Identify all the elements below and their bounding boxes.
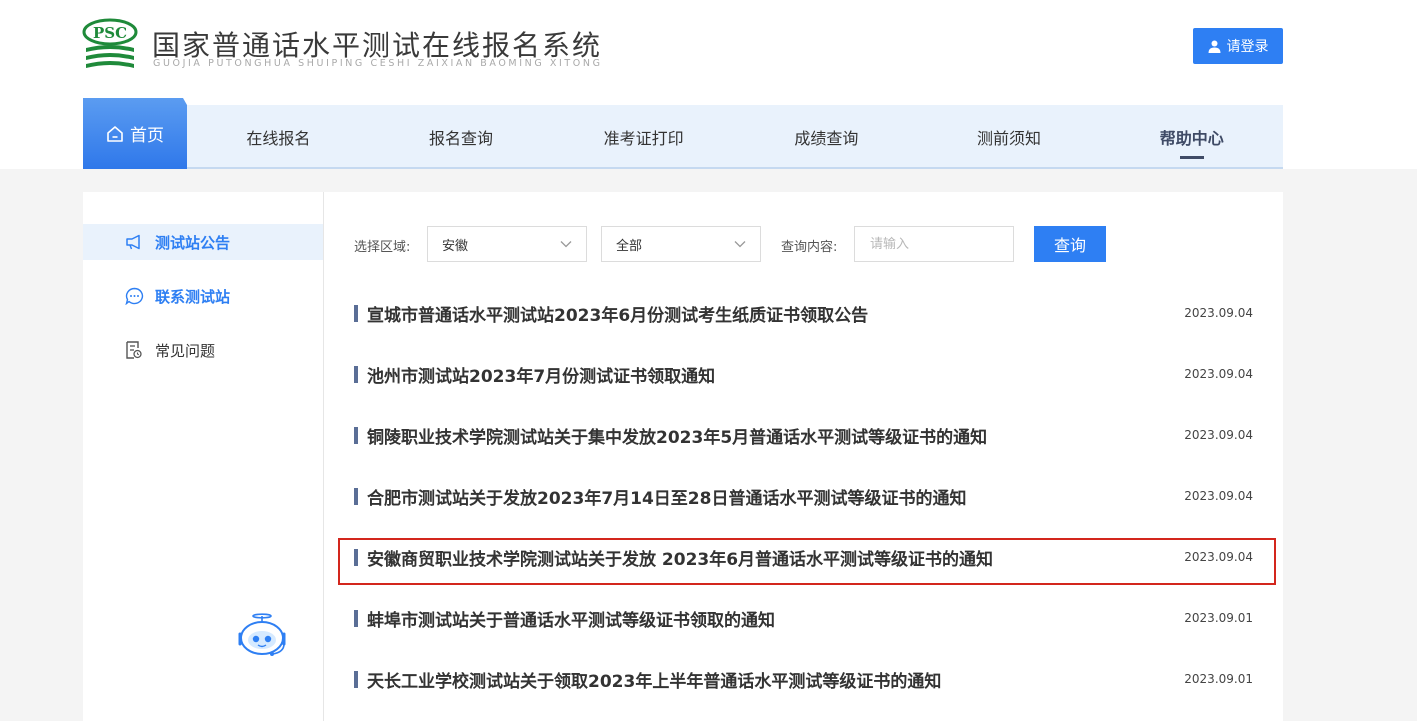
sidebar-item-station-announcements[interactable]: 测试站公告 — [83, 224, 323, 260]
nav-home[interactable]: 首页 — [83, 98, 187, 169]
sidebar-item-label: 联系测试站 — [155, 287, 231, 306]
content-panel: 测试站公告 联系测试站 常见问题 选择区域: 安徽 全部 查询内容: 请输入 查… — [83, 192, 1283, 721]
notice-date: 2023.09.04 — [1184, 428, 1253, 442]
login-button[interactable]: 请登录 — [1193, 28, 1283, 64]
chevron-down-icon — [560, 241, 572, 248]
sidebar-item-label: 测试站公告 — [155, 233, 231, 252]
nav-score-query[interactable]: 成绩查询 — [735, 105, 918, 169]
nav-admission-ticket-print[interactable]: 准考证打印 — [552, 105, 735, 169]
notice-title: 铜陵职业技术学院测试站关于集中发放2023年5月普通话水平测试等级证书的通知 — [367, 427, 988, 448]
notice-item-highlighted[interactable]: 安徽商贸职业技术学院测试站关于发放 2023年6月普通话水平测试等级证书的通知 … — [354, 539, 1253, 575]
notice-item[interactable]: 合肥市测试站关于发放2023年7月14日至28日普通话水平测试等级证书的通知 2… — [354, 478, 1253, 514]
megaphone-icon — [126, 234, 140, 250]
notice-date: 2023.09.04 — [1184, 306, 1253, 320]
notice-item[interactable]: 蚌埠市测试站关于普通话水平测试等级证书领取的通知 2023.09.01 — [354, 600, 1253, 636]
home-icon — [107, 126, 123, 142]
scope-select[interactable]: 全部 — [601, 226, 761, 262]
query-button[interactable]: 查询 — [1034, 226, 1106, 262]
sidebar-item-label: 常见问题 — [155, 341, 216, 360]
notice-title: 安徽商贸职业技术学院测试站关于发放 2023年6月普通话水平测试等级证书的通知 — [367, 549, 994, 570]
robot-assistant-icon[interactable] — [235, 612, 289, 660]
notice-title: 宣城市普通话水平测试站2023年6月份测试考生纸质证书领取公告 — [367, 305, 869, 326]
notice-marker — [354, 366, 358, 383]
notice-item[interactable]: 池州市测试站2023年7月份测试证书领取通知 2023.09.04 — [354, 356, 1253, 392]
notice-marker — [354, 427, 358, 444]
notice-item[interactable]: 天长工业学校测试站关于领取2023年上半年普通话水平测试等级证书的通知 2023… — [354, 661, 1253, 697]
notice-date: 2023.09.01 — [1184, 672, 1253, 686]
nav-registration-query[interactable]: 报名查询 — [370, 105, 553, 169]
notice-date: 2023.09.04 — [1184, 489, 1253, 503]
region-select-value: 安徽 — [442, 238, 469, 254]
notice-title: 天长工业学校测试站关于领取2023年上半年普通话水平测试等级证书的通知 — [367, 671, 942, 692]
sidebar-item-faq[interactable]: 常见问题 — [83, 332, 323, 368]
notice-date: 2023.09.01 — [1184, 611, 1253, 625]
chevron-down-icon — [734, 241, 746, 248]
query-label: 查询内容: — [781, 240, 838, 255]
psc-logo: PSC — [82, 18, 138, 68]
notice-marker — [354, 305, 358, 322]
svg-text:PSC: PSC — [93, 24, 127, 42]
notice-marker — [354, 549, 358, 566]
sidebar-item-contact-station[interactable]: 联系测试站 — [83, 278, 323, 314]
nav-help-center[interactable]: 帮助中心 — [1100, 105, 1283, 169]
region-label: 选择区域: — [354, 240, 411, 255]
notice-title: 池州市测试站2023年7月份测试证书领取通知 — [367, 366, 716, 387]
notice-item[interactable]: 铜陵职业技术学院测试站关于集中发放2023年5月普通话水平测试等级证书的通知 2… — [354, 417, 1253, 453]
nav-items: 在线报名 报名查询 准考证打印 成绩查询 测前须知 帮助中心 — [187, 105, 1283, 169]
sidebar: 测试站公告 联系测试站 常见问题 — [83, 192, 324, 721]
site-subtitle: GUOJIA PUTONGHUA SHUIPING CESHI ZAIXIAN … — [153, 58, 603, 69]
region-select[interactable]: 安徽 — [427, 226, 587, 262]
notice-item[interactable]: 宣城市普通话水平测试站2023年6月份测试考生纸质证书领取公告 2023.09.… — [354, 295, 1253, 331]
notice-date: 2023.09.04 — [1184, 550, 1253, 564]
notice-date: 2023.09.04 — [1184, 367, 1253, 381]
nav-online-registration[interactable]: 在线报名 — [187, 105, 370, 169]
notice-marker — [354, 488, 358, 505]
notice-marker — [354, 610, 358, 627]
nav-home-label: 首页 — [130, 126, 164, 146]
document-icon — [126, 341, 142, 359]
notice-title: 合肥市测试站关于发放2023年7月14日至28日普通话水平测试等级证书的通知 — [367, 488, 967, 509]
user-icon — [1208, 40, 1220, 53]
notice-marker — [354, 671, 358, 688]
query-input[interactable] — [854, 226, 1014, 262]
notice-title: 蚌埠市测试站关于普通话水平测试等级证书领取的通知 — [367, 610, 775, 631]
chat-bubble-icon — [125, 287, 144, 305]
scope-select-value: 全部 — [616, 238, 643, 254]
login-label: 请登录 — [1226, 39, 1269, 55]
nav-pre-test-notes[interactable]: 测前须知 — [918, 105, 1101, 169]
